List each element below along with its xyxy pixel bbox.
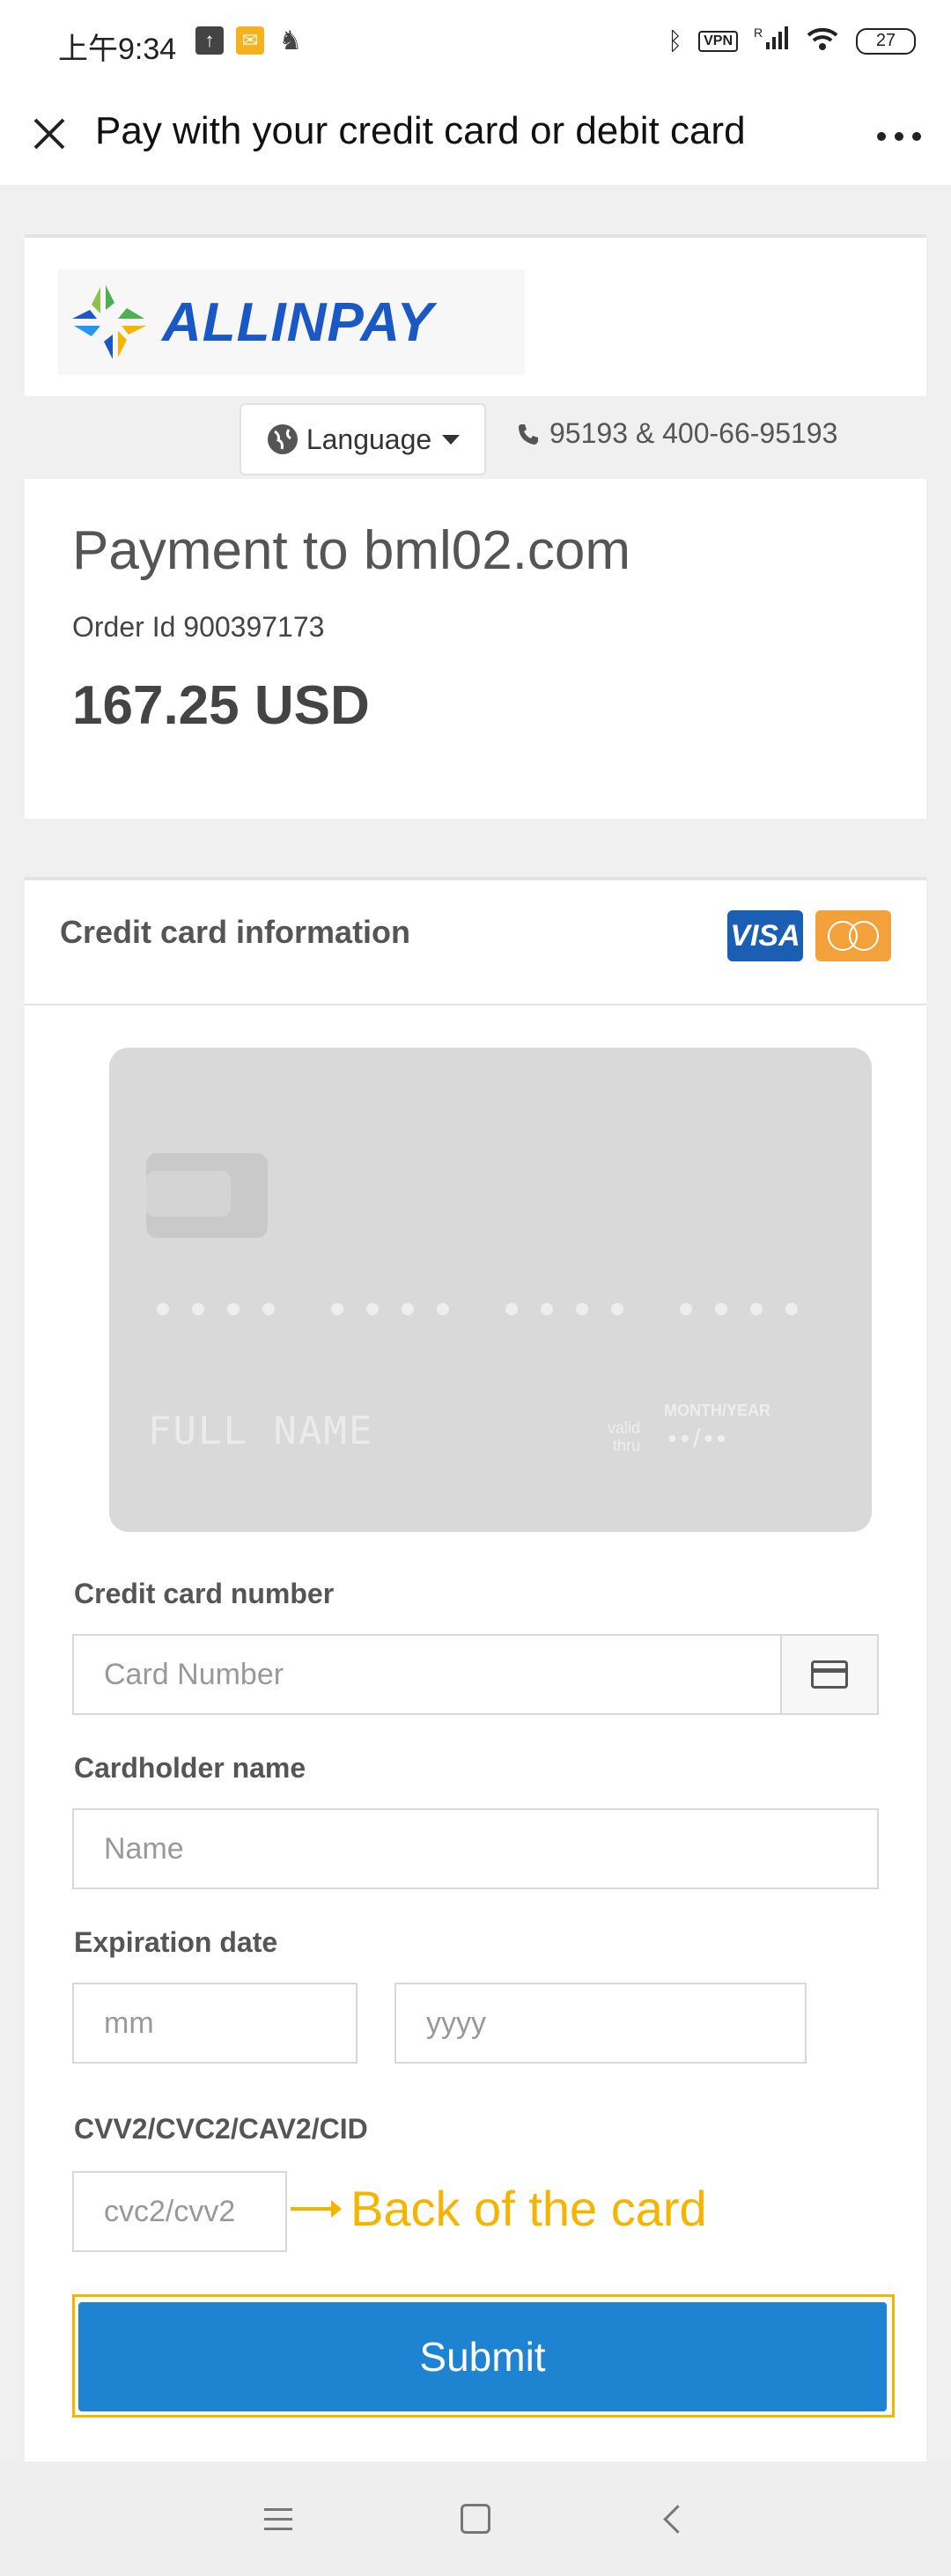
card-preview-month-year: MONTH/YEAR	[664, 1402, 770, 1419]
more-dot-icon	[895, 132, 903, 141]
phone-number: 95193 & 400-66-95193	[549, 417, 838, 449]
cvv-annotation: Back of the card	[291, 2180, 707, 2237]
credit-card-section-title: Credit card information	[60, 914, 411, 950]
expiry-month-input[interactable]: mm	[72, 1983, 358, 2064]
status-time: 上午9:34	[58, 33, 177, 66]
card-preview-expiry: ••/••	[667, 1424, 730, 1454]
card-number-dots	[157, 1303, 798, 1315]
more-dot-icon	[912, 132, 921, 141]
globe-icon	[267, 424, 298, 454]
home-button[interactable]	[449, 2497, 502, 2541]
system-nav-bar	[0, 2462, 951, 2576]
chevron-down-icon	[442, 434, 461, 445]
phone-info: 95193 & 400-66-95193	[516, 417, 837, 450]
language-bar: Language 95193 & 400-66-95193	[25, 396, 926, 479]
language-dropdown[interactable]: Language	[240, 403, 486, 475]
back-icon	[662, 2504, 692, 2534]
more-options-button[interactable]	[868, 114, 930, 158]
battery-indicator: 27	[856, 27, 916, 55]
expiry-year-input[interactable]: yyyy	[394, 1983, 807, 2064]
status-right-icons: ᛒ VPN R 27	[667, 25, 916, 57]
expiration-label: Expiration date	[74, 1926, 278, 1958]
merchant-panel: ALLINPAY Language 95193 & 400-66-95193 P…	[25, 234, 926, 819]
card-number-input[interactable]: Card Number	[72, 1634, 782, 1715]
menu-icon	[264, 2507, 292, 2511]
cvv-label: CVV2/CVC2/CAV2/CID	[74, 2113, 368, 2145]
mastercard-icon	[815, 910, 891, 961]
status-bar: 上午9:34 ↑ ✉ ♞ ᛒ VPN R 27	[0, 0, 951, 88]
submit-highlight: Submit	[72, 2294, 895, 2418]
bluetooth-icon: ᛒ	[667, 26, 683, 55]
more-dot-icon	[877, 132, 886, 141]
payment-title: Payment to bml02.com	[72, 520, 631, 581]
status-notification-icons: ↑ ✉ ♞	[195, 26, 305, 55]
close-button[interactable]	[23, 107, 76, 160]
annotation-text: Back of the card	[350, 2181, 707, 2236]
signal-icon: R	[754, 25, 789, 57]
back-button[interactable]	[646, 2497, 699, 2541]
title-bar: Pay with your credit card or debit card	[0, 88, 951, 185]
cardholder-label: Cardholder name	[74, 1752, 306, 1784]
card-number-label: Credit card number	[74, 1578, 335, 1609]
credit-card-panel: Credit card information VISA FULL NAME v…	[25, 877, 926, 2465]
allinpay-logo: ALLINPAY	[58, 269, 525, 375]
recent-apps-button[interactable]	[252, 2497, 305, 2541]
page-title: Pay with your credit card or debit card	[95, 109, 746, 152]
mail-icon: ✉	[236, 26, 264, 55]
cvv-input[interactable]: cvc2/cvv2	[72, 2171, 287, 2252]
order-id: Order Id 900397173	[72, 611, 325, 643]
card-preview-name: FULL NAME	[148, 1409, 374, 1454]
wifi-icon	[805, 25, 840, 57]
credit-card-header: Credit card information VISA	[25, 880, 926, 1005]
card-preview: FULL NAME valid thru MONTH/YEAR ••/••	[109, 1048, 872, 1532]
home-icon	[461, 2504, 490, 2534]
card-number-addon	[780, 1634, 879, 1715]
language-label: Language	[306, 423, 432, 455]
card-chip-icon	[146, 1153, 268, 1238]
submit-button[interactable]: Submit	[78, 2302, 887, 2411]
visa-icon: VISA	[727, 910, 803, 961]
credit-card-icon	[811, 1660, 848, 1689]
rocking-horse-icon: ♞	[278, 26, 303, 55]
phone-icon	[519, 423, 538, 445]
close-icon	[33, 118, 65, 150]
vpn-badge: VPN	[698, 30, 738, 52]
allinpay-logo-mark-icon	[72, 285, 146, 359]
logo-text: ALLINPAY	[162, 291, 434, 353]
svg-text:R: R	[754, 26, 763, 40]
cardholder-name-input[interactable]: Name	[72, 1808, 879, 1889]
payment-amount: 167.25 USD	[72, 675, 370, 736]
card-preview-valid-thru: valid thru	[608, 1419, 641, 1454]
arrow-right-icon	[291, 2199, 342, 2218]
upload-icon: ↑	[195, 26, 224, 55]
